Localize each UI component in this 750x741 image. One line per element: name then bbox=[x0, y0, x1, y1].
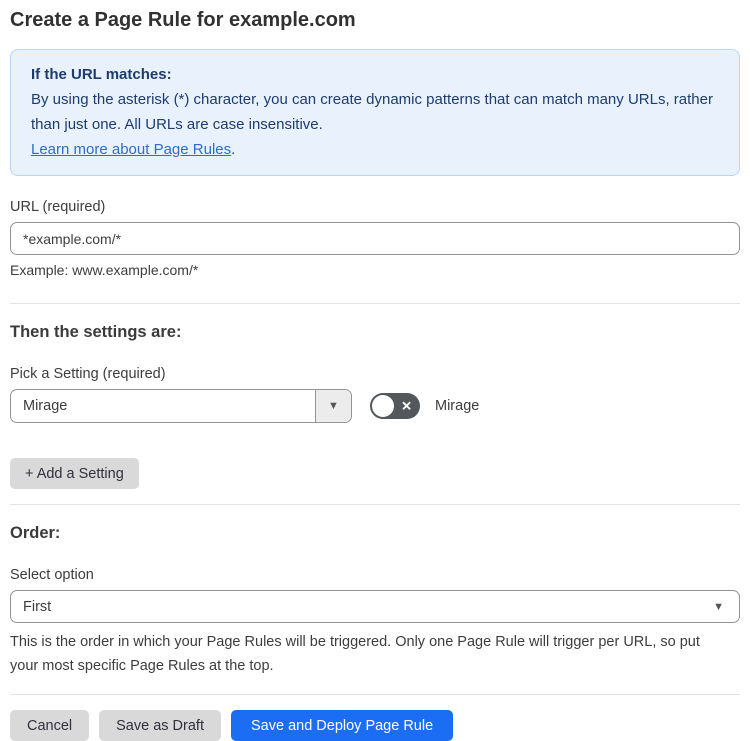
chevron-down-icon: ▼ bbox=[713, 600, 724, 613]
order-section-heading: Order: bbox=[10, 524, 61, 542]
setting-select-value: Mirage bbox=[23, 398, 68, 414]
toggle-knob bbox=[372, 395, 394, 417]
footer-divider bbox=[10, 694, 740, 695]
setting-row: Mirage ▼ ✕ Mirage bbox=[10, 389, 740, 423]
order-helper-text: This is the order in which your Page Rul… bbox=[10, 634, 700, 674]
info-box-body: By using the asterisk (*) character, you… bbox=[31, 91, 713, 133]
url-field-label: URL (required) bbox=[10, 199, 106, 215]
order-select[interactable]: First ▼ bbox=[10, 590, 740, 623]
link-period: . bbox=[231, 141, 236, 158]
chevron-down-icon: ▼ bbox=[328, 400, 339, 412]
pick-setting-label: Pick a Setting (required) bbox=[10, 366, 166, 382]
order-select-value: First bbox=[23, 598, 52, 615]
add-setting-button[interactable]: + Add a Setting bbox=[10, 458, 139, 489]
order-select-label: Select option bbox=[10, 567, 94, 583]
info-box-link-line: Learn more about Page Rules. bbox=[31, 137, 719, 162]
section-divider bbox=[10, 504, 740, 505]
toggle-off-x-icon: ✕ bbox=[401, 398, 412, 414]
url-example-helper: Example: www.example.com/* bbox=[10, 262, 199, 278]
cancel-button[interactable]: Cancel bbox=[10, 710, 90, 741]
save-as-draft-button[interactable]: Save as Draft bbox=[99, 710, 221, 741]
setting-select-arrow-button[interactable]: ▼ bbox=[315, 390, 351, 422]
section-divider bbox=[10, 303, 740, 304]
info-box-heading: If the URL matches: bbox=[31, 66, 172, 83]
settings-section-heading: Then the settings are: bbox=[10, 323, 182, 341]
learn-more-link[interactable]: Learn more about Page Rules bbox=[31, 141, 231, 158]
footer-actions: Cancel Save as Draft Save and Deploy Pag… bbox=[10, 710, 740, 741]
url-match-info-box: If the URL matches: By using the asteris… bbox=[10, 49, 740, 176]
url-input[interactable] bbox=[10, 222, 740, 255]
setting-select[interactable]: Mirage ▼ bbox=[10, 389, 352, 423]
toggle-label: Mirage bbox=[435, 398, 480, 414]
save-and-deploy-button[interactable]: Save and Deploy Page Rule bbox=[230, 710, 454, 741]
mirage-toggle[interactable]: ✕ bbox=[370, 393, 420, 419]
page-title: Create a Page Rule for example.com bbox=[10, 9, 356, 31]
